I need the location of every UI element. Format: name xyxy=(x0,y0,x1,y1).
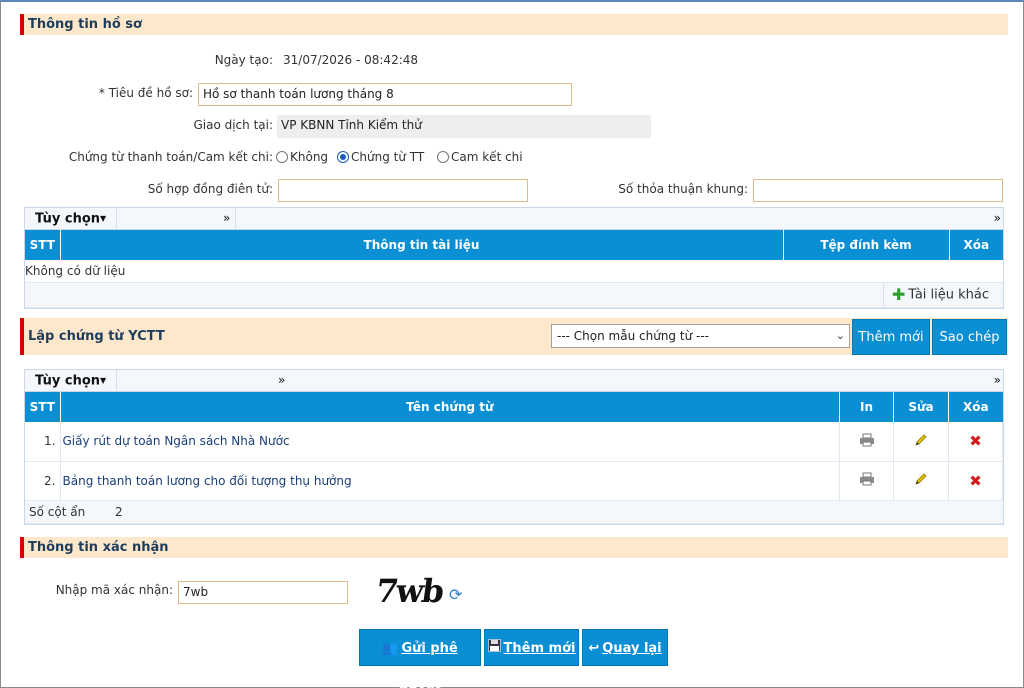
other-documents-label: Tài liệu khác xyxy=(908,287,989,302)
edit-pencil-icon[interactable] xyxy=(893,422,949,462)
contract-number-input[interactable] xyxy=(278,179,528,202)
created-date-value: 31/07/2026 - 08:42:48 xyxy=(283,53,419,67)
hidden-columns-count: 2 xyxy=(115,504,123,519)
vouchers-toolbar-expand-icon[interactable]: » xyxy=(278,370,285,390)
radio-none[interactable]: Không xyxy=(276,150,328,164)
col-delete[interactable]: Xóa xyxy=(948,392,1003,422)
vouchers-grid-toolbar: Tùy chọn▼ » » xyxy=(25,370,1003,392)
vouchers-options-label: Tùy chọn xyxy=(35,373,101,389)
edit-pencil-icon[interactable] xyxy=(893,461,949,501)
submit-approval-button[interactable]: 👥 Gửi phê duyệt xyxy=(359,629,481,688)
documents-footer-row: ✚ Tài liệu khác xyxy=(25,282,1003,308)
documents-toolbar-expand-icon[interactable]: » xyxy=(223,208,230,228)
documents-table: STT Thông tin tài liệu Tệp đính kèm Xóa … xyxy=(25,230,1003,308)
table-row: 2. Bảng thanh toán lương cho đối tượng t… xyxy=(25,461,1003,501)
col-print[interactable]: In xyxy=(839,392,894,422)
documents-options-menu[interactable]: Tùy chọn▼ xyxy=(25,208,117,230)
framework-agreement-label: Số thỏa thuận khung: xyxy=(618,182,748,196)
plus-icon: ✚ xyxy=(891,284,906,304)
profile-title-label: * Tiêu đề hồ sơ: xyxy=(98,86,193,100)
radio-spending-commitment[interactable]: Cam kết chi xyxy=(437,150,523,164)
documents-toolbar-more-icon[interactable]: » xyxy=(994,208,1001,228)
radio-payment-voucher[interactable]: Chứng từ TT xyxy=(337,150,424,164)
documents-options-label: Tùy chọn xyxy=(35,211,101,227)
caret-down-icon: ▼ xyxy=(100,214,107,223)
table-row: 1. Giấy rút dự toán Ngân sách Nhà Nước ✖ xyxy=(25,422,1003,462)
radio-spending-commitment-label: Cam kết chi xyxy=(451,150,523,164)
col-document-info[interactable]: Thông tin tài liệu xyxy=(60,230,784,260)
section-header-confirmation: Thông tin xác nhận xyxy=(20,537,1008,558)
vouchers-footer-row: Số cột ẩn 2 xyxy=(25,500,1003,524)
delete-x-icon[interactable]: ✖ xyxy=(948,422,1003,462)
vouchers-grid: Tùy chọn▼ » » STT Tên chứng từ In Sửa Xó… xyxy=(24,369,1004,525)
delete-x-icon[interactable]: ✖ xyxy=(948,461,1003,501)
back-arrow-icon: ↩ xyxy=(588,641,600,656)
print-icon[interactable] xyxy=(839,461,894,501)
empty-row: Không có dữ liệu xyxy=(25,260,1003,283)
back-button[interactable]: ↩ Quay lại xyxy=(582,629,668,666)
voucher-template-select[interactable]: --- Chọn mẫu chứng từ --- ⌄ xyxy=(551,324,850,348)
refresh-icon[interactable]: ⟳ xyxy=(449,585,462,604)
users-icon: 👥 xyxy=(382,641,399,656)
add-new-label: Thêm mới xyxy=(503,641,576,656)
transaction-place-field: VP KBNN Tỉnh Kiểm thử xyxy=(277,115,651,138)
caret-down-icon: ▼ xyxy=(100,376,107,385)
radio-payment-voucher-dot[interactable] xyxy=(337,151,349,163)
col-stt[interactable]: STT xyxy=(25,230,61,260)
copy-voucher-button[interactable]: Sao chép xyxy=(932,319,1007,355)
add-voucher-button[interactable]: Thêm mới xyxy=(852,319,930,355)
save-disk-icon xyxy=(487,630,501,667)
radio-spending-commitment-dot[interactable] xyxy=(437,151,449,163)
col-delete[interactable]: Xóa xyxy=(949,230,1003,260)
row-stt: 1. xyxy=(25,422,61,462)
section-header-profile-info: Thông tin hồ sơ xyxy=(20,14,1008,35)
contract-number-label: Số hợp đồng điên tử: xyxy=(147,182,273,196)
vouchers-table-header: STT Tên chứng từ In Sửa Xóa xyxy=(25,392,1003,422)
voucher-type-label: Chứng từ thanh toán/Cam kết chi: xyxy=(68,150,273,164)
documents-table-header: STT Thông tin tài liệu Tệp đính kèm Xóa xyxy=(25,230,1003,260)
add-new-button[interactable]: Thêm mới xyxy=(484,629,579,666)
col-voucher-name[interactable]: Tên chứng từ xyxy=(60,392,840,422)
hidden-columns-label: Số cột ẩn xyxy=(29,504,86,519)
radio-payment-voucher-label: Chứng từ TT xyxy=(351,150,425,164)
back-label: Quay lại xyxy=(602,641,662,656)
vouchers-toolbar-more-icon[interactable]: » xyxy=(994,370,1001,390)
radio-none-label: Không xyxy=(290,150,329,164)
documents-grid-toolbar: Tùy chọn▼ » » xyxy=(25,208,1003,230)
chevron-down-icon: ⌄ xyxy=(835,329,845,342)
captcha-input[interactable]: 7wb xyxy=(178,581,348,604)
col-edit[interactable]: Sửa xyxy=(893,392,949,422)
vouchers-table: STT Tên chứng từ In Sửa Xóa 1. Giấy rút … xyxy=(25,392,1003,524)
col-attachment[interactable]: Tệp đính kèm xyxy=(783,230,950,260)
voucher-link[interactable]: Bảng thanh toán lương cho đối tượng thụ … xyxy=(63,474,352,488)
created-date-label: Ngày tạo: xyxy=(214,53,273,67)
toolbar-divider xyxy=(235,208,236,230)
row-stt: 2. xyxy=(25,461,61,501)
captcha-label: Nhập mã xác nhận: xyxy=(55,583,173,597)
radio-none-dot[interactable] xyxy=(276,151,288,163)
col-stt[interactable]: STT xyxy=(25,392,61,422)
captcha-image: 7wb xyxy=(373,572,445,610)
profile-title-input[interactable]: Hồ sơ thanh toán lương tháng 8 xyxy=(198,83,572,106)
documents-grid: Tùy chọn▼ » » STT Thông tin tài liệu Tệp… xyxy=(24,207,1004,309)
transaction-place-label: Giao dịch tại: xyxy=(193,118,273,132)
voucher-template-selected: --- Chọn mẫu chứng từ --- xyxy=(557,329,709,343)
framework-agreement-input[interactable] xyxy=(753,179,1003,202)
empty-message: Không có dữ liệu xyxy=(25,260,1003,283)
vouchers-options-menu[interactable]: Tùy chọn▼ xyxy=(25,370,117,392)
voucher-link[interactable]: Giấy rút dự toán Ngân sách Nhà Nước xyxy=(63,434,290,448)
other-documents-button[interactable]: ✚ Tài liệu khác xyxy=(882,282,1003,307)
print-icon[interactable] xyxy=(839,422,894,462)
